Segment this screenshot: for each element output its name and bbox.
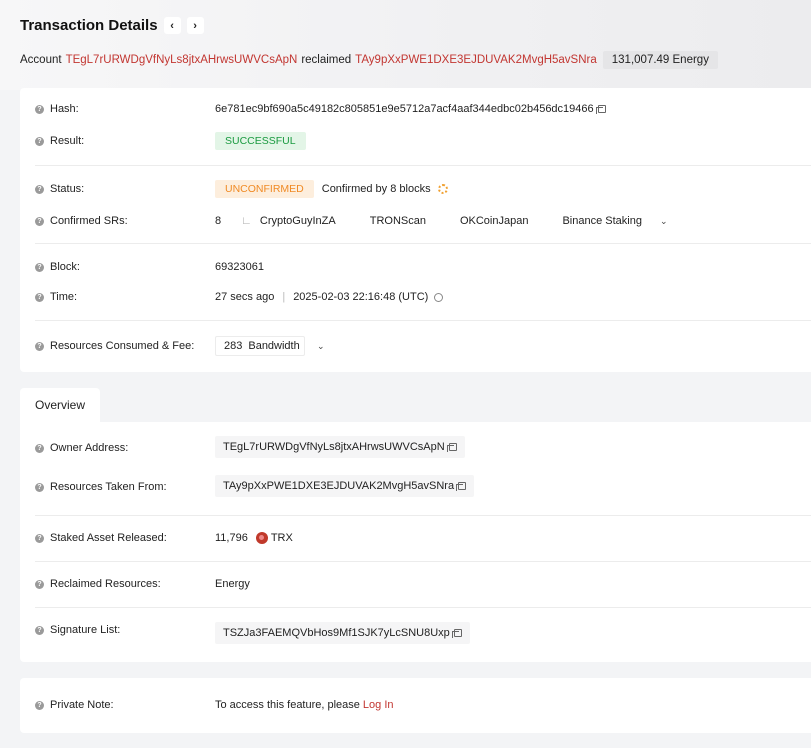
owner-label: Owner Address: [50, 442, 129, 454]
help-icon[interactable]: ? [35, 136, 44, 146]
account-prefix: Account [20, 54, 62, 66]
help-icon[interactable]: ? [35, 700, 44, 710]
help-icon[interactable]: ? [35, 341, 44, 351]
prev-transaction-button[interactable]: ‹ [163, 17, 181, 34]
hash-row: ? Hash: [35, 99, 79, 119]
help-icon[interactable]: ? [35, 292, 44, 302]
divider [35, 320, 811, 321]
chevron-down-icon[interactable]: ⌄ [317, 341, 325, 352]
tab-overview[interactable]: Overview [20, 388, 100, 422]
overview-card: ? Owner Address: TEgL7rURWDgVfNyLs8jtxAH… [20, 422, 811, 662]
time-separator: | [282, 291, 286, 303]
chevron-right-icon: › [193, 19, 197, 32]
staked-row: ? Staked Asset Released: [35, 528, 167, 548]
account-summary: Account TEgL7rURWDgVfNyLs8jtxAHrwsUWVCsA… [20, 51, 722, 69]
confirmed-srs-row: ? Confirmed SRs: [35, 211, 128, 231]
status-row: ? Status: [35, 179, 84, 199]
hash-value: 6e781ec9bf690a5c49182c805851e9e5712a7acf… [215, 103, 594, 115]
time-row: ? Time: [35, 287, 77, 307]
private-note-text: To access this feature, please [215, 699, 360, 711]
private-note-label: Private Note: [50, 699, 114, 711]
clock-icon[interactable] [434, 292, 444, 302]
result-row: ? Result: [35, 131, 84, 151]
time-ago: 27 secs ago [215, 291, 275, 303]
help-icon[interactable]: ? [35, 625, 44, 635]
owner-address-link[interactable]: TEgL7rURWDgVfNyLs8jtxAHrwsUWVCsApN [66, 54, 298, 66]
tree-connector-icon: ∟ [241, 215, 252, 227]
sr-item[interactable]: CryptoGuyInZA [260, 215, 336, 227]
help-icon[interactable]: ? [35, 262, 44, 272]
divider [35, 515, 811, 516]
help-icon[interactable]: ? [35, 579, 44, 589]
resources-label: Resources Consumed & Fee: [50, 340, 195, 352]
reclaimed-value: Energy [215, 578, 250, 590]
loading-spinner-icon [437, 184, 448, 194]
sr-item[interactable]: TRONScan [370, 215, 426, 227]
result-badge: SUCCESSFUL [215, 132, 306, 150]
staked-unit: TRX [270, 532, 293, 544]
copy-icon[interactable] [595, 105, 606, 114]
help-icon[interactable]: ? [35, 443, 44, 453]
help-icon[interactable]: ? [35, 533, 44, 543]
signature-label: Signature List: [50, 624, 121, 636]
signature-box: TSZJa3FAEMQVbHos9Mf1SJK7yLcSNU8Uxp [215, 622, 470, 644]
block-number-link[interactable]: 69323061 [215, 261, 264, 273]
login-link[interactable]: Log In [363, 699, 394, 711]
page-header: Transaction Details ‹ › Account TEgL7rUR… [0, 0, 811, 90]
status-badge: UNCONFIRMED [215, 180, 314, 198]
sr-item[interactable]: OKCoinJapan [460, 215, 529, 227]
private-note-row: ? Private Note: [35, 695, 114, 715]
divider [35, 165, 811, 166]
help-icon[interactable]: ? [35, 184, 44, 194]
owner-address-link[interactable]: TEgL7rURWDgVfNyLs8jtxAHrwsUWVCsApN [223, 441, 445, 453]
page-title: Transaction Details [20, 17, 158, 34]
srs-count: 8 [215, 215, 222, 227]
resources-from-row: ? Resources Taken From: [35, 477, 167, 497]
help-icon[interactable]: ? [35, 216, 44, 226]
block-label: Block: [50, 261, 80, 273]
copy-icon[interactable] [451, 629, 462, 638]
next-transaction-button[interactable]: › [186, 17, 204, 34]
block-row: ? Block: [35, 257, 80, 277]
bandwidth-value: 283 [224, 340, 243, 352]
signature-address-link[interactable]: TSZJa3FAEMQVbHos9Mf1SJK7yLcSNU8Uxp [223, 627, 450, 639]
confirmations-text: Confirmed by 8 blocks [321, 183, 431, 195]
chevron-down-icon[interactable]: ⌄ [660, 216, 668, 227]
copy-icon[interactable] [446, 443, 457, 452]
reclaimed-row: ? Reclaimed Resources: [35, 574, 161, 594]
chevron-left-icon: ‹ [170, 19, 174, 32]
status-label: Status: [50, 183, 85, 195]
action-verb: reclaimed [301, 54, 352, 66]
help-icon[interactable]: ? [35, 482, 44, 492]
divider [35, 607, 811, 608]
time-label: Time: [50, 291, 78, 303]
bandwidth-unit: Bandwidth [248, 340, 300, 352]
private-note-card: ? Private Note: To access this feature, … [20, 678, 811, 733]
reclaimed-label: Reclaimed Resources: [50, 578, 161, 590]
receiver-address-link[interactable]: TAy9pXxPWE1DXE3EJDUVAK2MvgH5avSNra [355, 54, 597, 66]
resources-row: ? Resources Consumed & Fee: [35, 336, 194, 356]
bandwidth-box: 283 Bandwidth [215, 336, 305, 356]
divider [35, 243, 811, 244]
help-icon[interactable]: ? [35, 104, 44, 114]
energy-amount-badge: 131,007.49 Energy [602, 51, 718, 69]
owner-row: ? Owner Address: [35, 438, 128, 458]
sr-item[interactable]: Binance Staking [562, 215, 642, 227]
signature-row: ? Signature List: [35, 620, 120, 640]
resources-from-box: TAy9pXxPWE1DXE3EJDUVAK2MvgH5avSNra [215, 475, 475, 497]
owner-address-box: TEgL7rURWDgVfNyLs8jtxAHrwsUWVCsApN [215, 436, 465, 458]
confirmed-srs-label: Confirmed SRs: [50, 215, 128, 227]
time-value: 2025-02-03 22:16:48 (UTC) [293, 291, 429, 303]
resources-from-link[interactable]: TAy9pXxPWE1DXE3EJDUVAK2MvgH5avSNra [223, 480, 454, 492]
hash-label: Hash: [50, 103, 79, 115]
result-label: Result: [50, 135, 85, 147]
summary-card: ? Hash: 6e781ec9bf690a5c49182c805851e9e5… [20, 88, 811, 372]
resources-from-label: Resources Taken From: [50, 481, 167, 493]
divider [35, 561, 811, 562]
trx-token-icon [255, 532, 268, 544]
staked-amount: 11,796 [215, 532, 248, 544]
staked-label: Staked Asset Released: [50, 532, 167, 544]
copy-icon[interactable] [456, 482, 467, 491]
